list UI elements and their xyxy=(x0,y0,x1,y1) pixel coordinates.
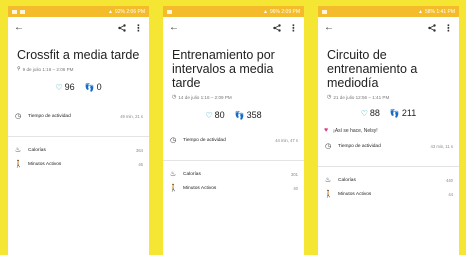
active-minutes-row[interactable]: 🚶 Minutos Activos 46 xyxy=(8,159,149,169)
phone-screen-3: ▲ 58% 1:41 PM ← ⋮ Circuito de entrenamien… xyxy=(318,6,459,255)
activity-time-row[interactable]: ◷ Tiempo de actividad 44 min, 47 s xyxy=(163,134,304,146)
motivation-message: ♥ ¡Así se hace, Nelsy! xyxy=(324,127,378,134)
notification-icon xyxy=(322,9,327,14)
heart-points-stat: ♡ 80 xyxy=(205,110,225,120)
share-icon[interactable] xyxy=(118,24,126,32)
signal-icon: ▲ xyxy=(263,8,268,15)
comparison-collage: ▲ 92% 2:06 PM ← ⋮ Crossfit a media tarde … xyxy=(0,0,466,255)
active-minutes-row[interactable]: 🚶 Minutos Activos 40 xyxy=(163,183,304,193)
heart-icon: ♥ xyxy=(324,127,329,134)
notification-icon xyxy=(20,9,25,14)
app-bar: ← ⋮ xyxy=(8,17,149,39)
phone-screen-2: ▲ 96% 2:09 PM ← ⋮ Entrenamiento por inter… xyxy=(163,6,304,255)
back-arrow-icon[interactable]: ← xyxy=(169,23,179,33)
back-arrow-icon[interactable]: ← xyxy=(324,23,334,33)
stats-row: ♡ 96 👣 0 xyxy=(8,82,149,92)
calories-row[interactable]: ♨ Calorías 364 xyxy=(8,145,149,155)
divider xyxy=(318,166,459,167)
active-minutes-row[interactable]: 🚶 Minutos Activos 44 xyxy=(318,189,459,199)
workout-date: ◷ 21 de julio 12:56 – 1:41 PM xyxy=(327,94,390,100)
steps-stat: 👣 358 xyxy=(234,110,262,120)
divider xyxy=(8,136,149,137)
app-bar: ← ⋮ xyxy=(163,17,304,39)
walking-person-icon: 🚶 xyxy=(169,185,178,192)
phone-screen-1: ▲ 92% 2:06 PM ← ⋮ Crossfit a media tarde … xyxy=(8,6,149,255)
back-arrow-icon[interactable]: ← xyxy=(14,23,24,33)
steps-stat: 👣 0 xyxy=(84,82,102,92)
status-text: 92% 2:06 PM xyxy=(114,8,145,15)
heart-outline-icon: ♡ xyxy=(55,82,63,92)
divider xyxy=(163,160,304,161)
run-icon: ⚲ xyxy=(17,66,21,72)
status-bar: ▲ 96% 2:09 PM xyxy=(163,6,304,17)
activity-time-row[interactable]: ◷ Tiempo de actividad 43 min, 11 s xyxy=(318,140,459,152)
steps-stat: 👣 211 xyxy=(389,108,417,118)
signal-icon: ▲ xyxy=(418,8,423,15)
workout-title: Entrenamiento por intervalos a media tar… xyxy=(172,48,275,90)
timer-icon: ◷ xyxy=(324,143,332,150)
stats-row: ♡ 80 👣 358 xyxy=(163,110,304,120)
notification-icon xyxy=(167,9,172,14)
clock-icon: ◷ xyxy=(327,94,332,100)
signal-icon: ▲ xyxy=(108,8,113,15)
stats-row: ♡ 88 👣 211 xyxy=(318,108,459,118)
footsteps-icon: 👣 xyxy=(84,82,95,92)
footsteps-icon: 👣 xyxy=(234,110,245,120)
walking-person-icon: 🚶 xyxy=(324,191,333,198)
more-options-icon[interactable]: ⋮ xyxy=(289,23,298,33)
share-icon[interactable] xyxy=(273,24,281,32)
flame-icon: ♨ xyxy=(14,147,22,154)
calories-row[interactable]: ♨ Calorías 440 xyxy=(318,175,459,185)
more-options-icon[interactable]: ⋮ xyxy=(444,23,453,33)
flame-icon: ♨ xyxy=(324,177,332,184)
timer-icon: ◷ xyxy=(169,137,177,144)
heart-points-stat: ♡ 96 xyxy=(55,82,75,92)
status-text: 58% 1:41 PM xyxy=(424,8,455,15)
calories-row[interactable]: ♨ Calorías 301 xyxy=(163,169,304,179)
heart-points-stat: ♡ 88 xyxy=(360,108,380,118)
share-icon[interactable] xyxy=(428,24,436,32)
footsteps-icon: 👣 xyxy=(389,108,400,118)
status-text: 96% 2:09 PM xyxy=(269,8,300,15)
status-bar: ▲ 92% 2:06 PM xyxy=(8,6,149,17)
clock-icon: ◷ xyxy=(172,94,177,100)
heart-outline-icon: ♡ xyxy=(360,108,368,118)
activity-time-row[interactable]: ◷ Tiempo de actividad 49 min, 21 s xyxy=(8,110,149,122)
more-options-icon[interactable]: ⋮ xyxy=(134,23,143,33)
workout-date: ◷ 14 de julio 1:16 – 2:09 PM xyxy=(172,94,232,100)
workout-title: Circuito de entrenamiento a mediodía xyxy=(327,48,418,90)
timer-icon: ◷ xyxy=(14,113,22,120)
app-bar: ← ⋮ xyxy=(318,17,459,39)
status-bar: ▲ 58% 1:41 PM xyxy=(318,6,459,17)
walking-person-icon: 🚶 xyxy=(14,161,23,168)
notification-icon xyxy=(12,9,17,14)
heart-outline-icon: ♡ xyxy=(205,110,213,120)
flame-icon: ♨ xyxy=(169,171,177,178)
workout-date: ⚲ 9 de julio 1:16 – 2:06 PM xyxy=(17,66,74,72)
workout-title: Crossfit a media tarde xyxy=(17,48,140,62)
